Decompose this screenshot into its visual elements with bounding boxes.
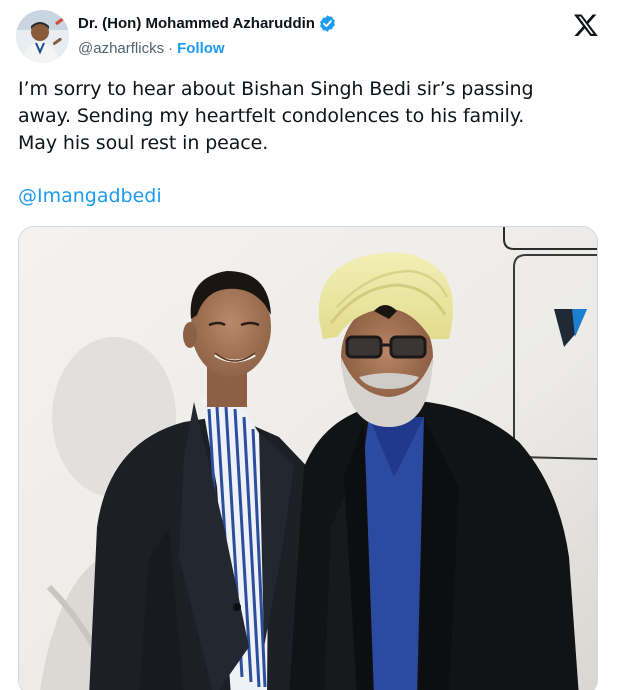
verified-badge-icon bbox=[318, 14, 337, 33]
separator-dot: · bbox=[168, 40, 174, 57]
author-handle-row: @azharflicks · Follow bbox=[78, 40, 225, 57]
tweet-photo[interactable] bbox=[18, 226, 598, 690]
author-display-name[interactable]: Dr. (Hon) Mohammed Azharuddin bbox=[78, 15, 315, 32]
avatar-image bbox=[16, 10, 69, 63]
tweet-line: I’m sorry to hear about Bishan Singh Bed… bbox=[18, 78, 534, 100]
follow-button[interactable]: Follow bbox=[177, 40, 225, 57]
tweet-line: May his soul rest in peace. bbox=[18, 132, 269, 154]
tweet-line: away. Sending my heartfelt condolences t… bbox=[18, 105, 525, 127]
tweet-body: I’m sorry to hear about Bishan Singh Bed… bbox=[18, 76, 598, 157]
author-avatar[interactable] bbox=[16, 10, 69, 63]
tweet-header: Dr. (Hon) Mohammed Azharuddin @azharflic… bbox=[16, 10, 601, 66]
author-name-row: Dr. (Hon) Mohammed Azharuddin bbox=[78, 14, 337, 33]
photo-image bbox=[19, 227, 597, 690]
tweet-card: Dr. (Hon) Mohammed Azharuddin @azharflic… bbox=[0, 0, 617, 690]
mention-link[interactable]: @Imangadbedi bbox=[18, 185, 162, 207]
x-logo-icon[interactable] bbox=[573, 12, 599, 38]
author-handle[interactable]: @azharflicks bbox=[78, 40, 164, 57]
